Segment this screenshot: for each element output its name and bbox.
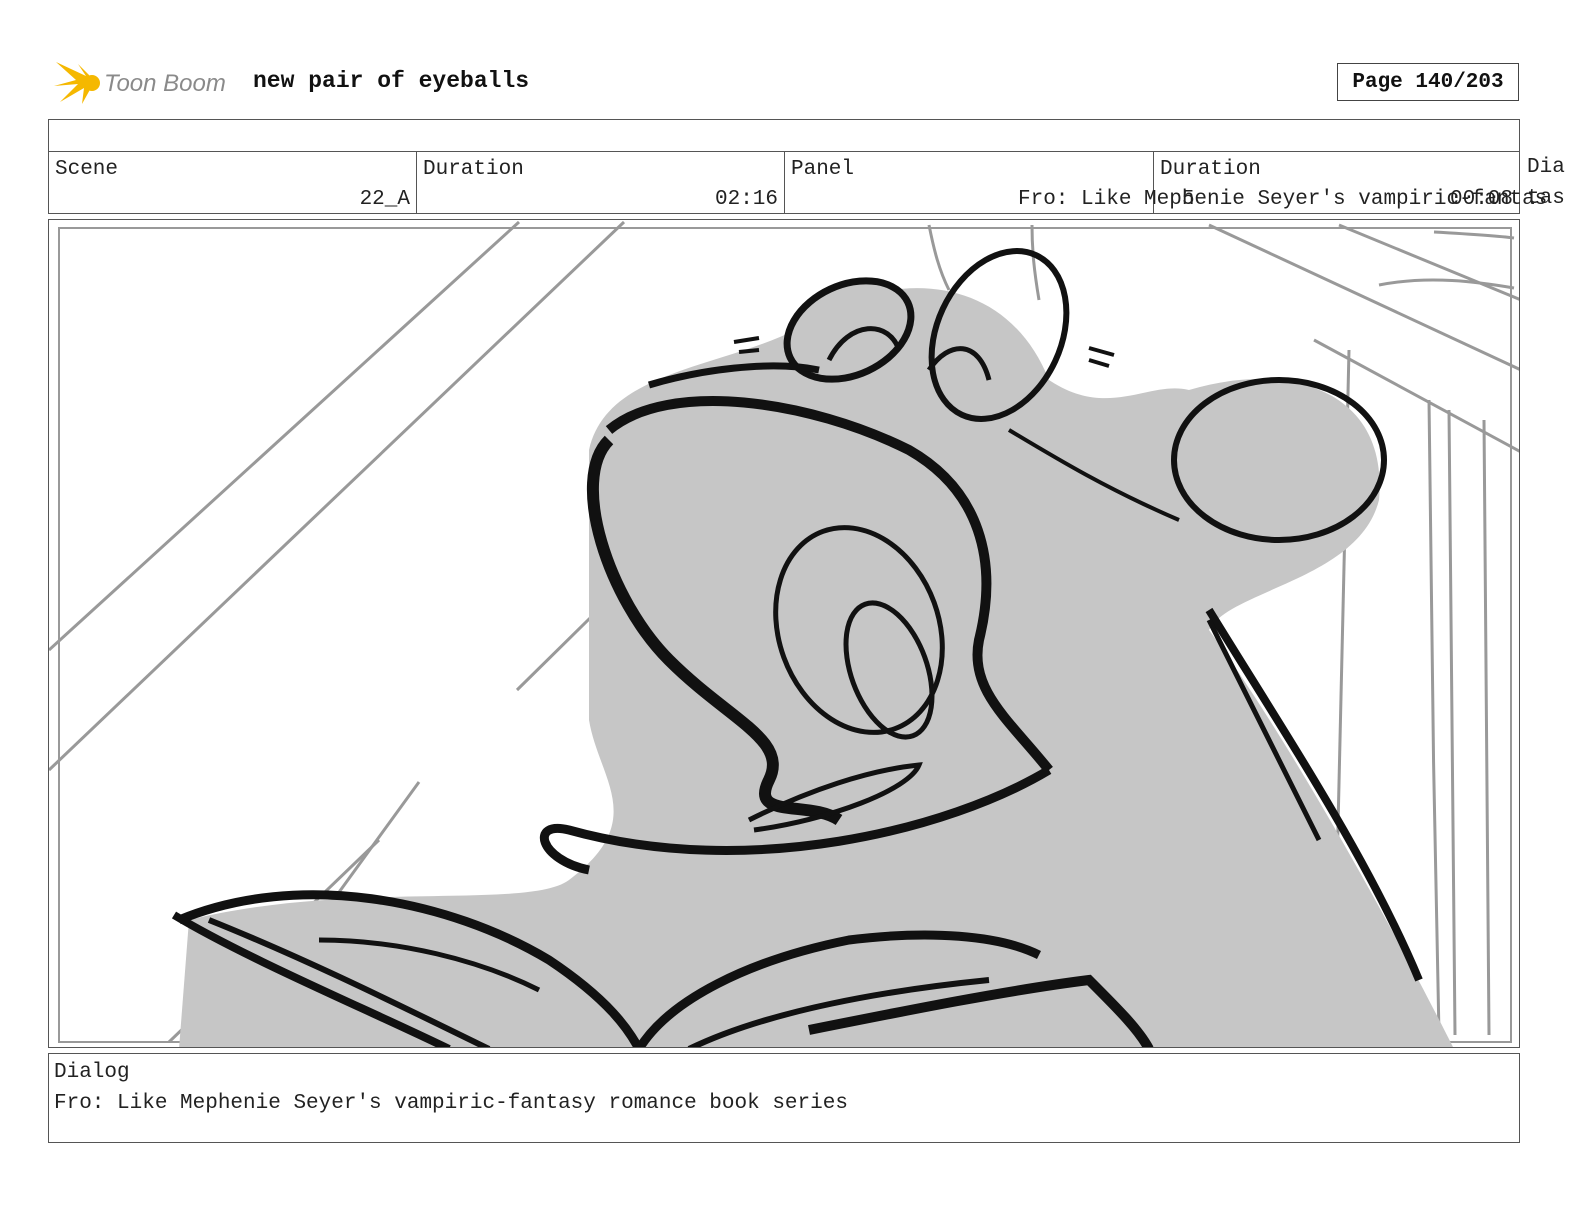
scene-cell: Scene 22_A [49,152,417,213]
page-number: Page 140/203 [1337,63,1519,101]
dialog-column-overflow: tas [1527,187,1565,210]
duration-cell: Duration 02:16 [417,152,785,213]
document-title: new pair of eyeballs [253,68,530,94]
dialog-box: Dialog Fro: Like Mephenie Seyer's vampir… [48,1053,1520,1143]
overflow-dialog-text: Fro: Like Mephenie Seyer's vampiric-fant… [1018,188,1548,211]
sunburst-icon [54,62,100,104]
panel-value: 5 [1182,188,1195,211]
toon-boom-logo: Toon Boom [52,56,242,110]
dialog-text: Fro: Like Mephenie Seyer's vampiric-fant… [54,1092,848,1115]
storyboard-panel [48,219,1520,1048]
panel-label: Panel [791,158,855,181]
dialog-label: Dialog [54,1061,130,1084]
duration-label: Duration [423,158,524,181]
storyboard-sketch [49,220,1519,1047]
duration-value: 02:16 [714,188,778,211]
blank-header-row [48,119,1520,152]
panel-duration-label: Duration [1160,158,1261,181]
logo-text: Toon Boom [104,70,226,97]
dialog-column-label: Dia [1527,156,1565,179]
scene-label: Scene [55,158,119,181]
info-row: Scene 22_A Duration 02:16 Panel Duration… [48,151,1547,214]
scene-value: 22_A [359,188,410,211]
